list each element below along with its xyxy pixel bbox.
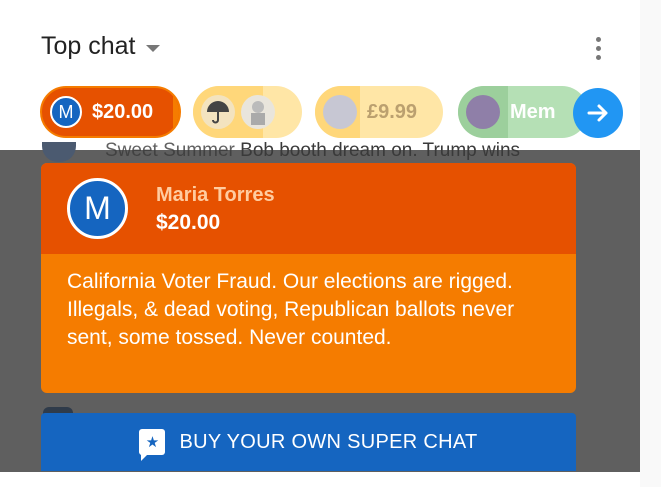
chip-amount: £9.99 (367, 100, 418, 123)
umbrella-avatar-icon (201, 95, 235, 129)
buy-super-chat-label: BUY YOUR OWN SUPER CHAT (179, 430, 478, 453)
ticker-chip[interactable]: M $20.00 (40, 86, 181, 138)
superchat-card-header: M Maria Torres $20.00 (41, 163, 576, 254)
dropdown-caret-icon (145, 44, 160, 52)
chat-text: Bob booth dream on. Trump wins (240, 140, 521, 161)
chip-amount: $20.00 (92, 100, 154, 123)
superchat-card: M Maria Torres $20.00 California Voter F… (41, 163, 576, 393)
chip-amount: Mem (510, 100, 556, 123)
super-chat-icon: ★ (139, 429, 166, 461)
chat-author: Sweet Summer (105, 140, 235, 161)
ticker-chip[interactable]: Mem (458, 86, 588, 138)
chip-progress-fill (173, 88, 179, 136)
superchat-message: California Voter Fraud. Our elections ar… (67, 270, 515, 349)
chat-mode-label: Top chat (41, 32, 136, 60)
chat-message: Sweet Summer Bob booth dream on. Trump w… (105, 140, 520, 162)
avatar (42, 142, 76, 162)
avatar (466, 95, 500, 129)
more-options-icon[interactable] (586, 32, 610, 64)
avatar: M (50, 96, 82, 128)
statue-avatar-icon (241, 95, 275, 129)
ticker-chip[interactable] (193, 86, 302, 138)
bottom-strip (0, 472, 640, 487)
superchat-ticker: M $20.00 £9.99 Mem (0, 86, 640, 142)
superchat-amount: $20.00 (156, 211, 221, 234)
chat-mode-dropdown[interactable]: Top chat (41, 32, 160, 61)
live-chat-panel: Top chat M $20.00 £9.99 Mem Sweet Summer… (0, 0, 640, 487)
chat-header: Top chat M $20.00 £9.99 Mem (0, 0, 640, 150)
ticker-chip[interactable]: £9.99 (315, 86, 443, 138)
avatar (323, 95, 357, 129)
buy-super-chat-button[interactable]: ★ BUY YOUR OWN SUPER CHAT (41, 413, 576, 471)
chat-overlay: Sweet Summer Bob booth dream on. Trump w… (0, 140, 640, 487)
scroll-right-button[interactable] (573, 88, 623, 138)
scrollbar-area[interactable] (640, 0, 661, 487)
superchat-author: Maria Torres (156, 184, 275, 206)
arrow-right-icon (587, 104, 608, 122)
avatar: M (67, 178, 128, 239)
